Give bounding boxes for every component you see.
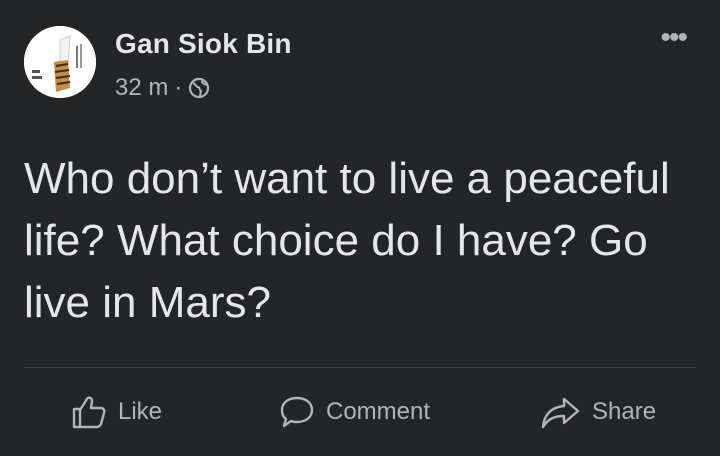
share-arrow-icon — [540, 393, 582, 431]
comment-icon — [278, 393, 316, 431]
thumbs-up-icon — [70, 393, 108, 431]
author-name[interactable]: Gan Siok Bin — [115, 28, 292, 60]
share-button[interactable]: Share — [540, 385, 656, 439]
avatar-image — [24, 26, 96, 98]
comment-button[interactable]: Comment — [278, 385, 430, 439]
meta-separator: · — [174, 74, 183, 101]
post-actions-bar: Like Comment Share — [0, 385, 720, 439]
post-meta: 32 m · — [115, 74, 210, 102]
share-label: Share — [592, 398, 657, 425]
globe-icon[interactable] — [188, 77, 210, 99]
post-text: Who don’t want to live a peaceful life? … — [24, 154, 670, 327]
more-options-button[interactable]: ••• — [660, 23, 687, 53]
post-header: Gan Siok Bin 32 m · ••• — [24, 23, 696, 102]
comment-label: Comment — [326, 398, 431, 425]
like-button[interactable]: Like — [70, 385, 162, 439]
divider — [24, 367, 696, 368]
avatar[interactable] — [24, 26, 96, 98]
post-time[interactable]: 32 m — [115, 74, 168, 102]
like-label: Like — [118, 398, 163, 425]
post-card: Gan Siok Bin 32 m · ••• Who don’t want t… — [0, 0, 720, 456]
